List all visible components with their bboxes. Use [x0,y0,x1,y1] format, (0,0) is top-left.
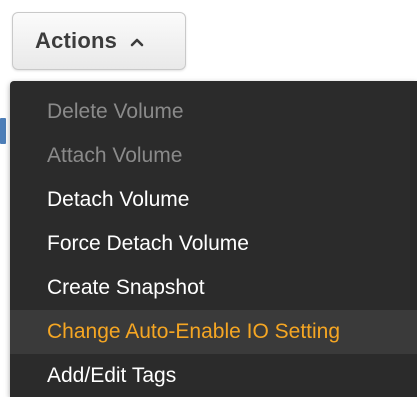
menu-item-change-auto-enable-io-setting[interactable]: Change Auto-Enable IO Setting [10,310,417,354]
menu-item-delete-volume: Delete Volume [47,100,184,123]
menu-item-force-detach-volume[interactable]: Force Detach Volume [10,222,417,266]
menu-item-add-edit-tags[interactable]: Add/Edit Tags [10,354,417,397]
page: Actions Delete Volume Attach Volume Deta… [0,0,417,397]
background-table-edge [0,118,6,144]
chevron-up-icon [129,34,145,50]
menu-item-create-snapshot[interactable]: Create Snapshot [10,266,417,310]
actions-dropdown-button[interactable]: Actions [12,12,186,70]
actions-button-label: Actions [35,28,118,53]
menu-item-attach-volume: Attach Volume [47,144,183,167]
menu-item-detach-volume[interactable]: Detach Volume [10,178,417,222]
actions-dropdown-menu: Delete Volume Attach Volume Detach Volum… [10,81,417,397]
